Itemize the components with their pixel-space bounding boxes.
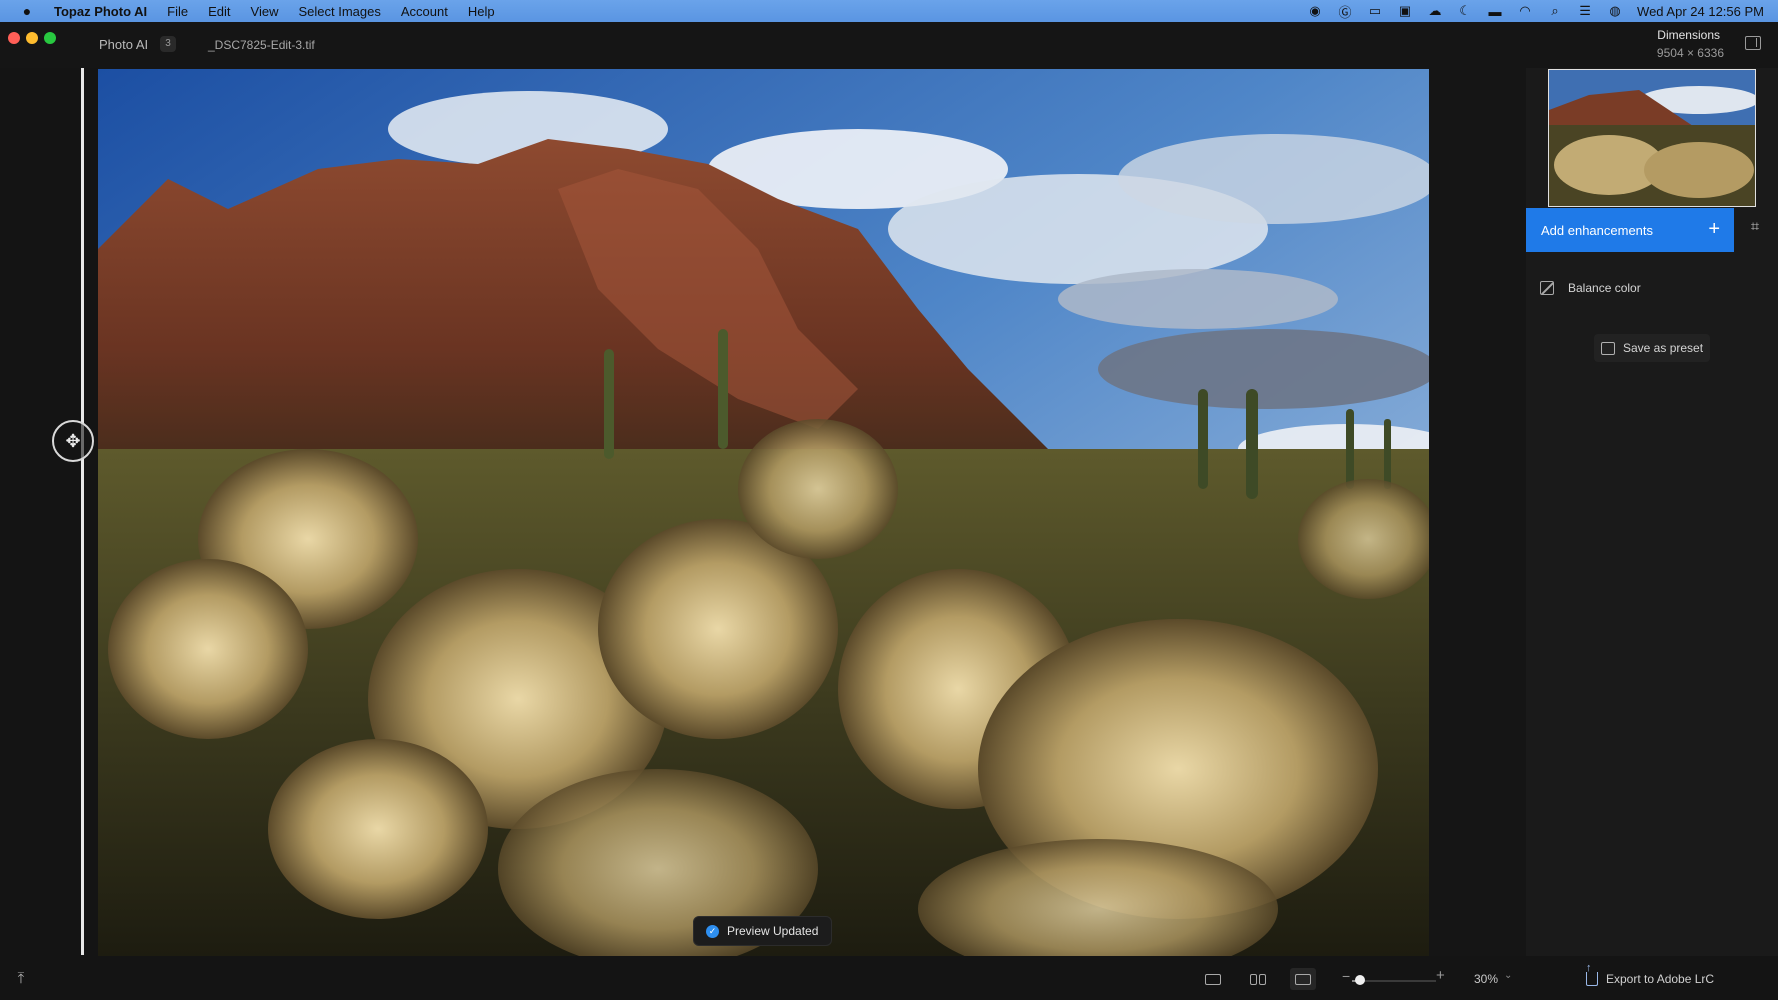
- menu-edit[interactable]: Edit: [198, 4, 240, 19]
- screen-mirroring-icon[interactable]: ▣: [1397, 3, 1413, 18]
- record-icon[interactable]: ◉: [1307, 3, 1323, 18]
- siri-icon[interactable]: ◍: [1607, 3, 1623, 18]
- thumbnail-image: [1549, 70, 1755, 206]
- zoom-in-button[interactable]: +: [1436, 967, 1445, 984]
- zoom-slider-knob[interactable]: [1355, 975, 1366, 985]
- zoom-out-button[interactable]: −: [1342, 968, 1350, 984]
- balance-color-icon: [1540, 281, 1554, 295]
- navigator-thumbnail[interactable]: [1548, 69, 1756, 207]
- save-as-preset-button[interactable]: Save as preset: [1594, 334, 1710, 362]
- export-to-lrc-button[interactable]: Export to Adobe LrC: [1586, 962, 1715, 992]
- add-enhancements-button[interactable]: Add enhancements +: [1526, 208, 1734, 252]
- image-preview-canvas[interactable]: [98, 69, 1429, 956]
- zoom-level-value[interactable]: 30%: [1474, 972, 1498, 986]
- image-count-badge[interactable]: 3: [160, 36, 176, 52]
- title-bar: Photo AI 3 _DSC7825-Edit-3.tif Dimension…: [0, 22, 1778, 68]
- toast-label: Preview Updated: [727, 924, 819, 938]
- search-icon[interactable]: ⌕: [1547, 3, 1563, 18]
- window-close-button[interactable]: [8, 32, 20, 44]
- control-center-icon[interactable]: ☰: [1577, 3, 1593, 18]
- export-icon: [1586, 962, 1598, 986]
- split-view-icon: [1295, 973, 1311, 985]
- check-icon: ✓: [706, 924, 719, 938]
- app-window: Photo AI 3 _DSC7825-Edit-3.tif Dimension…: [0, 22, 1778, 1000]
- export-label: Export to Adobe LrC: [1606, 972, 1715, 986]
- battery-icon[interactable]: ▬: [1487, 4, 1503, 19]
- display-icon[interactable]: ▭: [1367, 3, 1383, 18]
- dimensions-label: Dimensions: [1657, 28, 1720, 42]
- preview-updated-toast: ✓ Preview Updated: [693, 916, 832, 946]
- menu-app-name[interactable]: Topaz Photo AI: [50, 4, 157, 19]
- macos-menu-bar: ● Topaz Photo AI File Edit View Select I…: [0, 0, 1778, 22]
- menu-bar-status-area: ◉ Ⓖ ▭ ▣ ☁ ☾ ▬ ◠ ⌕ ☰ ◍ Wed Apr 24 12:56 P…: [1307, 3, 1764, 20]
- side-by-side-right-icon: [1259, 973, 1266, 985]
- zoom-dropdown-icon[interactable]: ⌄: [1504, 970, 1512, 981]
- dimensions-value: 9504 × 6336: [1656, 46, 1724, 60]
- side-by-side-left-icon: [1250, 973, 1257, 985]
- comparison-split-line[interactable]: [81, 68, 84, 955]
- window-minimize-button[interactable]: [26, 32, 38, 44]
- creative-cloud-icon[interactable]: ☁: [1427, 3, 1443, 18]
- app-label[interactable]: Photo AI: [99, 37, 148, 52]
- window-maximize-button[interactable]: [44, 32, 56, 44]
- menu-bar-clock[interactable]: Wed Apr 24 12:56 PM: [1637, 4, 1764, 19]
- menu-select-images[interactable]: Select Images: [288, 4, 390, 19]
- move-arrows-icon: ✥: [65, 430, 81, 451]
- bottom-toolbar: ⤒ − + 30% ⌄ Export to Adobe LrC: [0, 956, 1778, 1000]
- enhancement-balance-color[interactable]: Balance color: [1540, 274, 1760, 302]
- menu-account[interactable]: Account: [391, 4, 458, 19]
- split-drag-handle[interactable]: ✥: [52, 420, 94, 462]
- menu-file[interactable]: File: [157, 4, 198, 19]
- panel-toggle-icon[interactable]: [1745, 36, 1761, 50]
- save-preset-label: Save as preset: [1623, 341, 1704, 355]
- grammarly-icon[interactable]: Ⓖ: [1337, 4, 1353, 20]
- menu-view[interactable]: View: [241, 4, 289, 19]
- upload-icon[interactable]: ⤒: [12, 970, 30, 988]
- moon-icon[interactable]: ☾: [1457, 3, 1473, 18]
- wifi-icon[interactable]: ◠: [1517, 3, 1533, 18]
- split-view-button[interactable]: [1290, 968, 1316, 990]
- preview-image: [98, 69, 1429, 956]
- add-enhancements-label: Add enhancements: [1541, 222, 1654, 238]
- plus-icon: +: [1708, 218, 1720, 240]
- apple-icon[interactable]: ●: [16, 3, 38, 19]
- menu-help[interactable]: Help: [458, 4, 505, 19]
- crop-icon[interactable]: ⌗: [1744, 218, 1766, 240]
- single-view-icon: [1205, 973, 1221, 985]
- enhancement-label: Balance color: [1568, 281, 1641, 295]
- preset-icon: [1601, 341, 1615, 355]
- file-name: _DSC7825-Edit-3.tif: [208, 38, 315, 52]
- single-view-button[interactable]: [1200, 968, 1226, 990]
- side-by-side-view-button[interactable]: [1245, 968, 1271, 990]
